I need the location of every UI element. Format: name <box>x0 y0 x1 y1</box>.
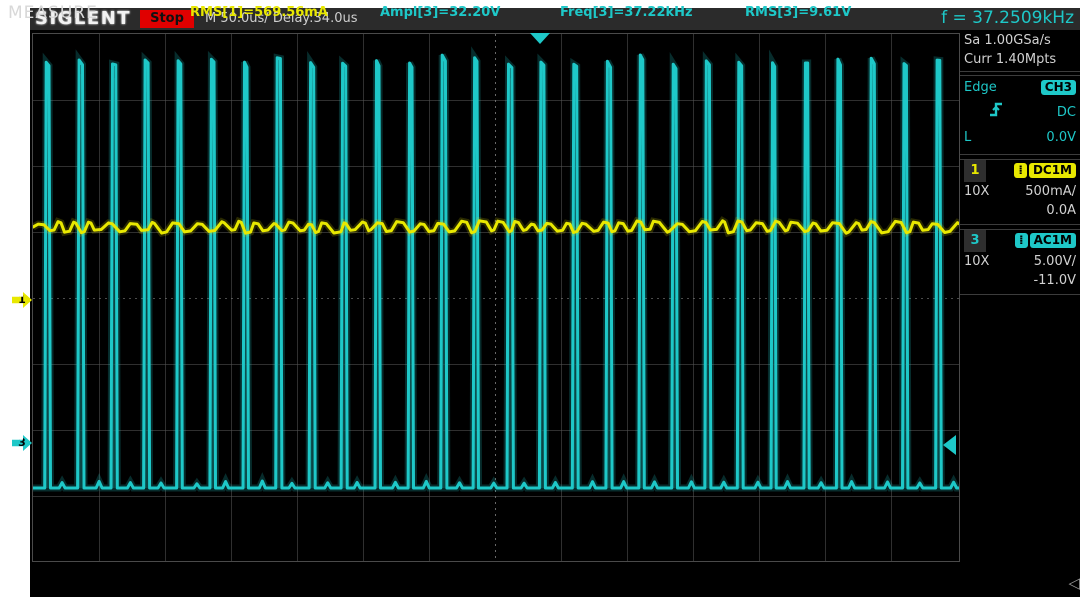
run-stop-badge[interactable]: Stop <box>140 10 194 28</box>
side-info-panel: Sa 1.00GSa/s Curr 1.40Mpts Edge CH3 DC L… <box>960 31 1080 561</box>
measure-item-rms-ch1[interactable]: RMS[1]=569.56mA <box>190 4 328 22</box>
ch1-ground-pointer[interactable]: 1 <box>12 292 32 308</box>
trigger-level-label: L <box>964 126 971 150</box>
ch3-ground-pointer[interactable]: 3 <box>12 435 32 451</box>
trigger-level-marker[interactable] <box>943 435 956 455</box>
oscilloscope-screen: SIGLENT Stop M 50.0us/ Delay:34.0us f = … <box>0 0 1080 597</box>
trigger-source-badge[interactable]: CH3 <box>1041 80 1076 95</box>
ch3-probe-label: 10X <box>964 252 989 271</box>
ch3-number: 3 <box>964 230 986 252</box>
ch3-bw-icon: ⁞ <box>1015 233 1028 248</box>
trigger-coupling-label: DC <box>1057 100 1076 126</box>
ch3-scale-label: 5.00V/ <box>1034 252 1076 271</box>
measure-item-freq-ch3[interactable]: Freq[3]=37.22kHz <box>560 4 693 22</box>
channel-1-info-box[interactable]: 1 ⁞DC1M 10X 500mA/ 0.0A <box>960 159 1080 225</box>
ch1-number: 1 <box>964 160 986 182</box>
ch1-trace-glow <box>33 221 959 233</box>
ch1-probe-label: 10X <box>964 182 989 201</box>
waveform-graticule[interactable] <box>32 33 960 562</box>
ch3-trace <box>33 55 959 488</box>
channel-3-info-box[interactable]: 3 ⁞AC1M 10X 5.00V/ -11.0V <box>960 229 1080 295</box>
rising-edge-icon <box>988 100 1008 128</box>
memory-depth-label: Curr 1.40Mpts <box>964 50 1056 69</box>
page-scroll-arrow-icon[interactable]: ◁ <box>1068 574 1080 592</box>
measure-item-rms-ch3[interactable]: RMS[3]=9.61V <box>745 4 851 22</box>
ch1-scale-label: 500mA/ <box>1025 182 1076 201</box>
ch3-offset-label: -11.0V <box>1033 271 1076 290</box>
trigger-info-box[interactable]: Edge CH3 DC L 0.0V <box>960 75 1080 155</box>
ch1-offset-label: 0.0A <box>1046 201 1076 220</box>
trigger-level-value: 0.0V <box>1046 126 1076 150</box>
acquire-info-box: Sa 1.00GSa/s Curr 1.40Mpts <box>960 31 1080 72</box>
trigger-position-marker[interactable] <box>530 33 550 44</box>
measure-title: MEASURE <box>8 2 98 24</box>
ch1-coupling-badge[interactable]: DC1M <box>1029 163 1076 178</box>
ch3-trace-glow <box>33 55 959 488</box>
frequency-counter: f = 37.2509kHz <box>941 7 1074 29</box>
waveform-canvas <box>33 34 959 561</box>
measure-item-ampl-ch3[interactable]: Ampl[3]=32.20V <box>380 4 500 22</box>
trigger-type-label: Edge <box>964 76 997 100</box>
ch1-bw-icon: ⁞ <box>1014 163 1027 178</box>
measure-bar <box>30 563 1080 589</box>
ch3-coupling-badge[interactable]: AC1M <box>1030 233 1076 248</box>
sample-rate-label: Sa 1.00GSa/s <box>964 31 1051 50</box>
